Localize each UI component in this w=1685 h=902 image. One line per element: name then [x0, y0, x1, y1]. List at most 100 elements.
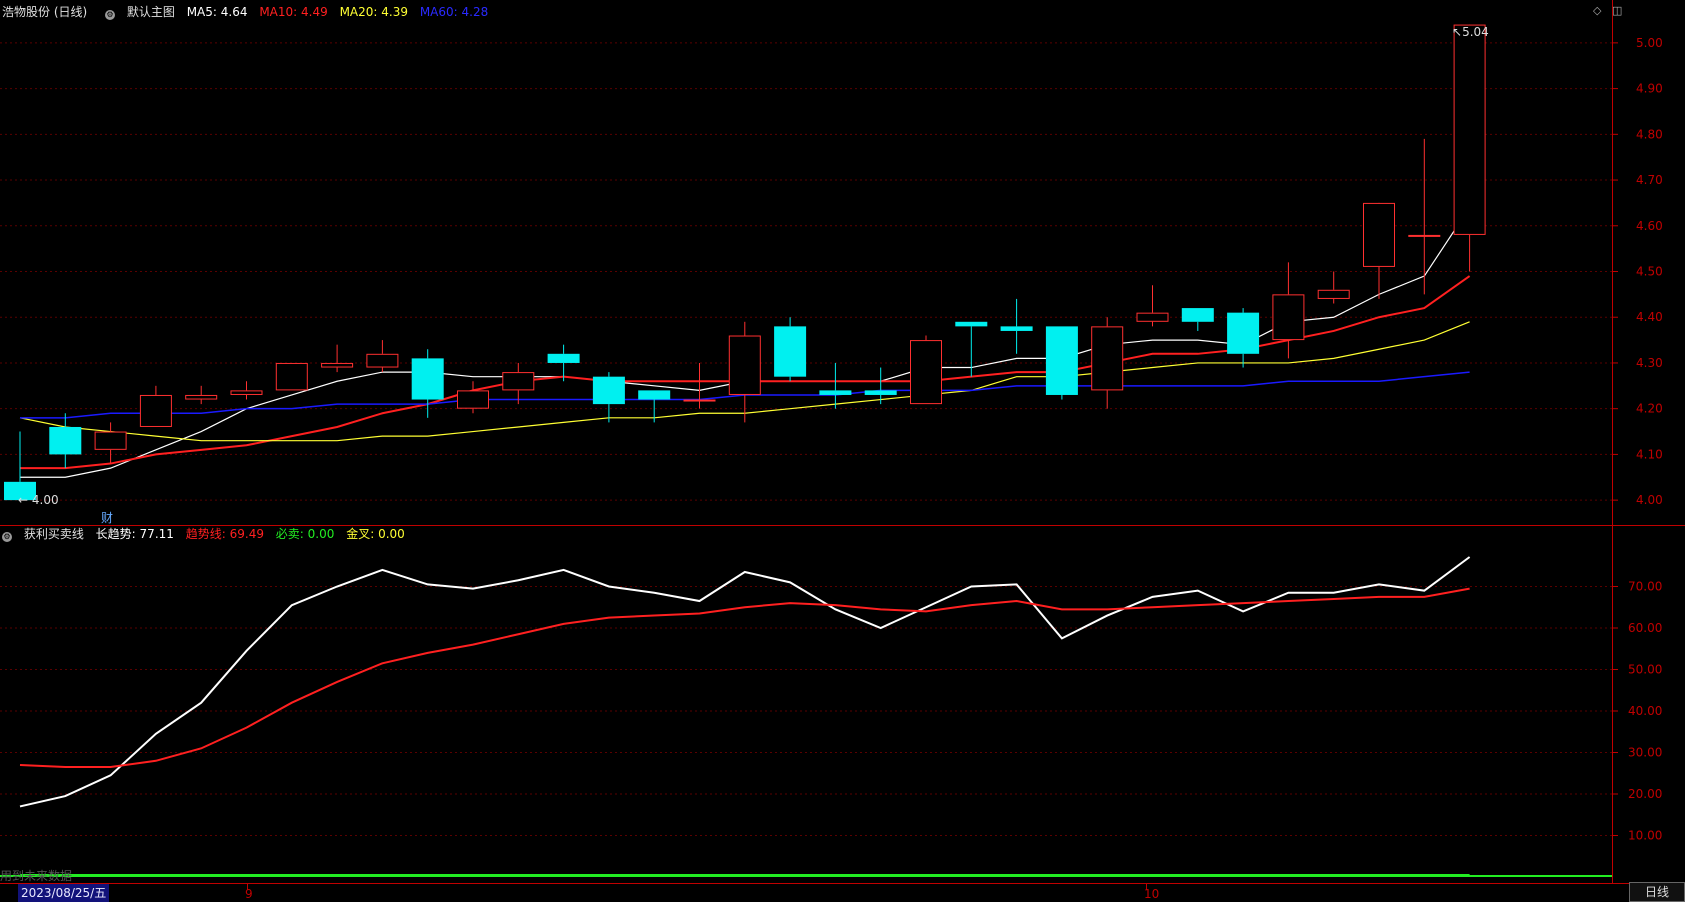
candle — [728, 321, 761, 423]
candle-body — [366, 353, 399, 368]
cursor-date-label: 2023/08/25/五 — [18, 884, 110, 902]
candle-body — [185, 394, 218, 400]
period-tab-daily[interactable]: 日线 — [1629, 882, 1685, 902]
price-tick-label: 4.40 — [1636, 310, 1663, 324]
main-price-axis: 4.00 4.10 4.20 4.30 4.40 4.50 4.60 4.70 4.80 4.90… — [1612, 36, 1663, 507]
indicator-settings-icon[interactable]: ⚙ — [2, 532, 12, 542]
candle-body — [1000, 326, 1033, 331]
indicator-tick-label: 70.00 — [1628, 580, 1662, 594]
ma60-legend: MA60: 4.28 — [419, 5, 489, 19]
chart-template-name[interactable]: 默认主图 — [127, 5, 175, 19]
main-price-grid — [0, 42, 1612, 501]
indicator-tick-label: 60.00 — [1628, 621, 1662, 635]
candle-body — [321, 362, 354, 368]
candle — [1136, 285, 1169, 327]
price-tick-label: 4.20 — [1636, 402, 1663, 416]
candle-body — [1317, 289, 1350, 299]
candle-body — [275, 362, 308, 391]
candle — [1181, 308, 1214, 331]
window-toggle-icon[interactable]: ◫ — [1612, 4, 1622, 17]
candle-body — [94, 431, 127, 450]
candle — [1317, 271, 1350, 304]
candle — [502, 362, 535, 405]
must-sell-legend: 必卖: 0.00 — [275, 527, 335, 541]
candlesticks — [4, 24, 1486, 501]
candle — [592, 372, 625, 423]
trend-line-legend: 趋势线: 69.49 — [185, 527, 264, 541]
long-trend-legend: 长趋势: 77.11 — [95, 527, 174, 541]
candle-body — [819, 390, 852, 395]
indicator-tick-label: 40.00 — [1628, 704, 1662, 718]
price-tick-label: 5.00 — [1636, 36, 1663, 50]
month-label-10: 10 — [1144, 887, 1160, 901]
candle — [955, 321, 988, 377]
candle — [1045, 326, 1078, 400]
price-tick-label: 4.50 — [1636, 265, 1663, 279]
indicator-lines — [0, 556, 1612, 877]
candle — [49, 413, 82, 469]
candle — [139, 385, 172, 427]
future-data-note: 用到未来数据 — [0, 869, 73, 883]
candle-body — [1045, 326, 1078, 395]
candle-body — [1136, 312, 1169, 322]
candle — [1091, 317, 1124, 409]
candle — [774, 317, 807, 382]
price-tick-label: 4.80 — [1636, 127, 1663, 141]
indicator-title[interactable]: 获利买卖线 — [24, 527, 84, 541]
candle — [1363, 202, 1395, 299]
indicator-axis: 10.00 20.00 30.00 40.00 50.00 60.00 70.00 — [1612, 580, 1662, 843]
candle — [411, 349, 444, 418]
diamond-icon[interactable]: ◇ — [1593, 4, 1601, 17]
ma5-legend: MA5: 4.64 — [186, 5, 248, 19]
candle-body — [864, 390, 897, 395]
price-tick-label: 4.30 — [1636, 356, 1663, 370]
low-price-marker: ← 4.00 — [18, 493, 59, 507]
indicator-tick-label: 10.00 — [1628, 829, 1662, 843]
stock-title[interactable]: 浩物股份 (日线) — [2, 5, 87, 19]
indicator-header: ⚙ 获利买卖线 长趋势: 77.11 趋势线: 69.49 必卖: 0.00 金… — [2, 525, 413, 543]
candle — [683, 362, 716, 409]
candle — [1272, 262, 1305, 359]
ma10-legend: MA10: 4.49 — [259, 5, 328, 19]
candle — [94, 422, 127, 464]
price-tick-label: 4.90 — [1636, 82, 1663, 96]
candle-body — [230, 390, 263, 395]
indicator-grid — [0, 586, 1612, 836]
stock-chart-canvas[interactable]: 4.00 4.10 4.20 4.30 4.40 4.50 4.60 4.70 4.80 4.90… — [0, 0, 1685, 902]
high-price-marker: ↖5.04 — [1452, 25, 1489, 39]
golden-cross-legend: 金叉: 0.00 — [346, 527, 405, 541]
financial-report-marker[interactable]: 财 — [101, 509, 113, 526]
candle — [275, 362, 308, 391]
candle — [457, 381, 489, 414]
main-chart-header: 浩物股份 (日线) ⚙ 默认主图 MA5: 4.64 MA10: 4.49 MA… — [2, 3, 496, 21]
candle — [366, 340, 399, 373]
trend-line — [19, 587, 1470, 769]
candle-body — [910, 340, 942, 405]
price-tick-label: 4.60 — [1636, 219, 1663, 233]
month-label-9: 9 — [245, 887, 253, 901]
candle — [819, 362, 852, 409]
ma20-legend: MA20: 4.39 — [339, 5, 408, 19]
candle — [1453, 24, 1486, 272]
candle — [1227, 308, 1260, 368]
candle-body — [457, 390, 489, 409]
candle-body — [592, 376, 625, 405]
candle — [1000, 298, 1033, 354]
candle-body — [774, 326, 807, 377]
candle-body — [638, 390, 671, 400]
candle-body — [728, 335, 761, 395]
long-trend-line — [19, 556, 1471, 808]
candle-body — [547, 353, 580, 363]
candle — [185, 385, 218, 405]
candle-body — [1453, 24, 1486, 235]
candle-body — [49, 426, 82, 455]
candle-body — [1181, 308, 1214, 322]
price-tick-label: 4.70 — [1636, 173, 1663, 187]
candle-body — [1227, 312, 1260, 354]
indicator-tick-label: 30.00 — [1628, 746, 1662, 760]
price-tick-label: 4.00 — [1636, 493, 1663, 507]
candle — [321, 344, 354, 373]
chart-settings-icon[interactable]: ⚙ — [105, 10, 116, 20]
candle-body — [1091, 326, 1124, 391]
candle-body — [411, 358, 444, 400]
